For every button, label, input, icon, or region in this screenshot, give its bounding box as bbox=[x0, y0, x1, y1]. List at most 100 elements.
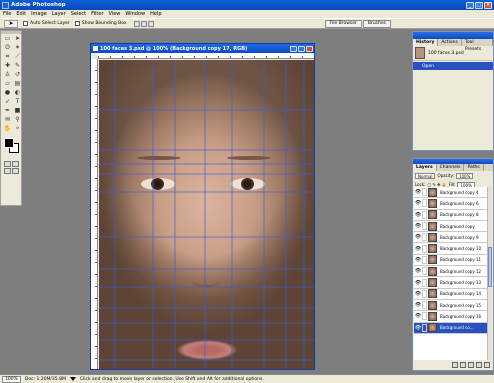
menu-help[interactable]: Help bbox=[150, 11, 161, 17]
history-palette-header[interactable] bbox=[413, 32, 493, 39]
hand-tool-icon[interactable]: ✋ bbox=[3, 125, 12, 133]
menu-filter[interactable]: Filter bbox=[91, 11, 103, 17]
move-tool-icon[interactable]: ➤ bbox=[13, 35, 22, 43]
visibility-eye-icon[interactable]: 👁 bbox=[414, 313, 422, 319]
align-top-icon[interactable] bbox=[134, 20, 141, 27]
path-select-icon[interactable]: ➶ bbox=[3, 98, 12, 106]
new-layer-icon[interactable] bbox=[476, 362, 482, 368]
tab-actions[interactable]: Actions bbox=[438, 39, 462, 46]
link-toggle[interactable] bbox=[422, 267, 427, 276]
visibility-eye-icon[interactable]: 👁 bbox=[414, 257, 422, 263]
brush-tool-icon[interactable]: ✎ bbox=[13, 62, 22, 70]
eraser-tool-icon[interactable]: ▱ bbox=[3, 80, 12, 88]
file-browser-tab[interactable]: File Browser bbox=[324, 20, 362, 28]
link-toggle[interactable] bbox=[422, 289, 427, 298]
visibility-eye-icon[interactable]: 👁 bbox=[414, 268, 422, 274]
link-toggle[interactable] bbox=[422, 222, 427, 231]
link-toggle[interactable] bbox=[422, 323, 427, 332]
visibility-eye-icon[interactable]: 👁 bbox=[414, 302, 422, 308]
document-title-bar[interactable]: 100 faces 3.psd @ 100% (Background copy … bbox=[91, 44, 314, 53]
link-toggle[interactable] bbox=[422, 301, 427, 310]
layer-row[interactable]: 👁 Background copy 12 bbox=[414, 266, 488, 278]
visibility-eye-icon[interactable]: 👁 bbox=[414, 325, 422, 331]
blur-tool-icon[interactable]: ● bbox=[3, 89, 12, 97]
doc-close-button[interactable] bbox=[306, 45, 313, 52]
menu-window[interactable]: Window bbox=[125, 11, 145, 17]
full-screen-menu-icon[interactable] bbox=[12, 168, 19, 174]
layer-row[interactable]: 👁 Background copy 16 bbox=[414, 311, 488, 323]
slice-tool-icon[interactable]: ⟋ bbox=[13, 53, 22, 61]
link-toggle[interactable] bbox=[422, 210, 427, 219]
visibility-eye-icon[interactable]: 👁 bbox=[414, 280, 422, 286]
move-tool-preset-icon[interactable]: ➤ bbox=[4, 19, 18, 28]
close-button[interactable]: × bbox=[484, 1, 492, 9]
history-state-open[interactable]: Open bbox=[413, 62, 493, 70]
menu-edit[interactable]: Edit bbox=[16, 11, 26, 17]
tab-tool-presets[interactable]: Tool Presets bbox=[462, 39, 493, 52]
clone-stamp-icon[interactable]: ♙ bbox=[3, 71, 12, 79]
visibility-eye-icon[interactable]: 👁 bbox=[414, 200, 422, 206]
layers-scrollbar[interactable] bbox=[487, 187, 492, 360]
history-brush-icon[interactable]: ↺ bbox=[13, 71, 22, 79]
tab-channels[interactable]: Channels bbox=[437, 164, 465, 171]
shape-tool-icon[interactable]: ■ bbox=[13, 107, 22, 115]
minimize-button[interactable]: _ bbox=[466, 1, 474, 9]
tab-paths[interactable]: Paths bbox=[464, 164, 484, 171]
notes-tool-icon[interactable]: ✉ bbox=[3, 116, 12, 124]
layer-row[interactable]: 👁 Background copy 14 bbox=[414, 289, 488, 300]
visibility-eye-icon[interactable]: 👁 bbox=[414, 246, 422, 252]
menu-image[interactable]: Image bbox=[31, 11, 47, 17]
zoom-field[interactable]: 100% bbox=[2, 375, 21, 383]
visibility-eye-icon[interactable]: 👁 bbox=[414, 223, 422, 229]
quick-mask-icon[interactable] bbox=[12, 161, 19, 167]
new-set-icon[interactable] bbox=[468, 362, 474, 368]
type-tool-icon[interactable]: T bbox=[13, 98, 22, 106]
auto-select-layer-checkbox[interactable] bbox=[23, 21, 28, 26]
image-canvas[interactable] bbox=[99, 60, 314, 369]
visibility-eye-icon[interactable]: 👁 bbox=[414, 291, 422, 297]
link-toggle[interactable] bbox=[422, 278, 427, 287]
align-bottom-icon[interactable] bbox=[148, 20, 155, 27]
standard-screen-icon[interactable] bbox=[4, 168, 11, 174]
link-toggle[interactable] bbox=[422, 233, 427, 242]
foreground-color[interactable] bbox=[4, 138, 14, 148]
align-middle-icon[interactable] bbox=[141, 20, 148, 27]
magic-wand-icon[interactable]: ✶ bbox=[13, 44, 22, 52]
doc-minimize-button[interactable] bbox=[290, 45, 297, 52]
link-toggle[interactable] bbox=[422, 188, 427, 197]
scroll-thumb[interactable] bbox=[488, 247, 492, 287]
dodge-tool-icon[interactable]: ◐ bbox=[13, 89, 22, 97]
visibility-eye-icon[interactable]: 👁 bbox=[414, 189, 422, 195]
opacity-field[interactable]: 100% bbox=[455, 172, 474, 179]
link-toggle[interactable] bbox=[422, 199, 427, 208]
layer-row[interactable]: 👁 Background co... bbox=[414, 322, 488, 334]
layer-mask-icon[interactable] bbox=[460, 362, 466, 368]
pen-tool-icon[interactable]: ✒ bbox=[3, 107, 12, 115]
eyedropper-icon[interactable]: ⚲ bbox=[13, 116, 22, 124]
visibility-eye-icon[interactable]: 👁 bbox=[414, 212, 422, 218]
link-toggle[interactable] bbox=[422, 312, 427, 321]
brushes-tab[interactable]: Brushes bbox=[362, 20, 391, 28]
gradient-tool-icon[interactable]: ▤ bbox=[13, 80, 22, 88]
menu-view[interactable]: View bbox=[109, 11, 121, 17]
link-toggle[interactable] bbox=[422, 255, 427, 264]
layer-row[interactable]: 👁 Background copy 11 bbox=[414, 255, 488, 267]
delete-layer-icon[interactable] bbox=[484, 362, 490, 368]
doc-maximize-button[interactable] bbox=[298, 45, 305, 52]
layer-row[interactable]: 👁 Background copy 13 bbox=[414, 277, 488, 289]
menu-file[interactable]: File bbox=[3, 11, 11, 17]
layer-row[interactable]: 👁 Background copy 6 bbox=[414, 198, 488, 210]
status-menu-arrow-icon[interactable] bbox=[69, 377, 76, 381]
link-toggle[interactable] bbox=[422, 244, 427, 253]
menu-layer[interactable]: Layer bbox=[52, 11, 66, 17]
tab-layers[interactable]: Layers bbox=[413, 164, 437, 171]
lasso-tool-icon[interactable]: ʘ bbox=[3, 44, 12, 52]
menu-select[interactable]: Select bbox=[71, 11, 86, 17]
maximize-button[interactable]: □ bbox=[475, 1, 483, 9]
horizontal-ruler[interactable] bbox=[98, 53, 314, 59]
standard-mode-icon[interactable] bbox=[4, 161, 11, 167]
layer-row[interactable]: 👁 Background copy 4 bbox=[414, 187, 488, 199]
show-bounding-box-checkbox[interactable] bbox=[74, 21, 80, 26]
layer-row[interactable]: 👁 Background copy 10 bbox=[414, 243, 488, 255]
layer-row[interactable]: 👁 Background copy bbox=[414, 221, 488, 233]
